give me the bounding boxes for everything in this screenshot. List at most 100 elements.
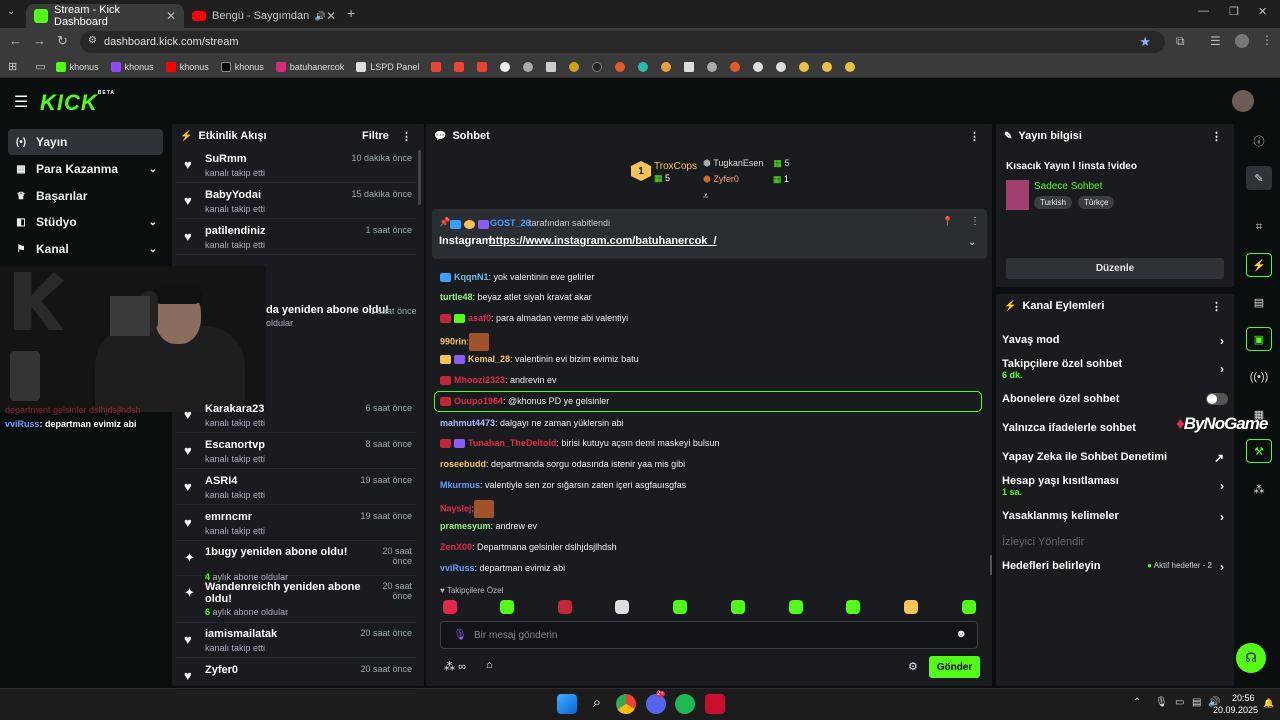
- bookmark-app-icon[interactable]: [500, 61, 511, 72]
- close-window-icon[interactable]: ✕: [1258, 5, 1267, 18]
- chat-username[interactable]: Ouupo1964: [454, 396, 503, 406]
- chat-username[interactable]: 990rin: [440, 336, 467, 346]
- bookmark-app-icon[interactable]: [799, 61, 810, 72]
- category-name[interactable]: Sadece Sohbet: [1034, 181, 1102, 192]
- chat-username[interactable]: mahmut4473: [440, 418, 495, 428]
- store-icon[interactable]: ⌂: [486, 659, 493, 671]
- tray-display-icon[interactable]: ▭: [1175, 697, 1184, 708]
- reload-icon[interactable]: ↻: [57, 33, 68, 49]
- new-tab-icon[interactable]: +: [347, 5, 355, 21]
- activity-event[interactable]: ♥ Escanortvp kanalı takip etti 8 saat önce: [176, 434, 416, 469]
- chat-username[interactable]: Kemal_28: [468, 354, 510, 364]
- expand-leaderboard-icon[interactable]: ⩡: [703, 191, 709, 202]
- chat-message[interactable]: KqqnN1: yok valentinin eve gelirler: [440, 272, 595, 283]
- chat-input[interactable]: 🎙 Bir mesaj gönderin ☻: [440, 621, 978, 649]
- pinned-by-user[interactable]: GOST_26: [490, 218, 531, 228]
- search-icon[interactable]: ⌕: [587, 694, 607, 714]
- emote-button[interactable]: [846, 600, 860, 614]
- bookmark-youtube[interactable]: khonus: [165, 61, 209, 72]
- chat-settings-icon[interactable]: ⚙: [908, 660, 918, 673]
- channel-action-item[interactable]: Takipçilere özel sohbet 6 dk. ›: [1002, 358, 1228, 380]
- chat-message[interactable]: Mkurmus: valentiyle sen zor sığarsın zat…: [440, 480, 686, 490]
- notification-bell-icon[interactable]: 🔔: [1263, 698, 1274, 709]
- more-options-icon[interactable]: ⋮: [969, 130, 980, 143]
- clock-time[interactable]: 20:56: [1232, 693, 1255, 703]
- emote-button[interactable]: [615, 600, 629, 614]
- emote-button[interactable]: [443, 600, 457, 614]
- bookmark-twitch[interactable]: khonus: [110, 61, 154, 72]
- chat-message[interactable]: Mhoozi2323: andrevin ev: [440, 375, 557, 386]
- bookmark-app-icon[interactable]: [684, 61, 695, 72]
- activity-event[interactable]: ♥ patilendiniz kanalı takip etti 1 saat önc…: [176, 220, 416, 255]
- chat-username[interactable]: turtle48: [440, 292, 473, 302]
- chat-username[interactable]: vviRuss: [440, 563, 475, 573]
- bookmark-app-icon[interactable]: [592, 61, 603, 72]
- reading-list-icon[interactable]: ☰: [1210, 34, 1221, 48]
- bookmark-lspd[interactable]: LSPD Panel: [356, 61, 419, 72]
- channel-action-item[interactable]: Yasaklanmış kelimeler ›: [1002, 510, 1228, 524]
- hamburger-menu-icon[interactable]: ☰: [14, 92, 28, 112]
- points-icon[interactable]: ⁂ ∞: [444, 660, 466, 673]
- chat-scrollbar[interactable]: [990, 555, 992, 575]
- chat-username[interactable]: pramesyum: [440, 521, 491, 531]
- activity-event[interactable]: ✦ 1bugy yeniden abone oldu! 4 aylık abone …: [176, 541, 416, 582]
- bookmark-app-icon[interactable]: [546, 61, 557, 72]
- bookmark-app-icon[interactable]: [822, 61, 833, 72]
- nav-studyo[interactable]: ◧ Stüdyo ⌄: [8, 209, 163, 235]
- emote-button[interactable]: [904, 600, 918, 614]
- chat-message[interactable]: asaf0: para almadan verme abi valentiyi: [440, 313, 628, 324]
- more-options-icon[interactable]: ⋮: [401, 130, 412, 143]
- tab-kick-dashboard[interactable]: Stream - Kick Dashboard ✕: [26, 4, 184, 28]
- close-tab-icon[interactable]: ✕: [326, 9, 336, 23]
- chat-username[interactable]: Tunahan_TheDeltoid: [468, 438, 556, 448]
- nav-kanal[interactable]: ⚑ Kanal ⌄: [8, 236, 163, 262]
- emote-button[interactable]: [673, 600, 687, 614]
- bookmark-app-icon[interactable]: [707, 61, 718, 72]
- profile-avatar[interactable]: [1235, 34, 1249, 48]
- bookmark-app-icon[interactable]: [638, 61, 649, 72]
- channel-action-item[interactable]: Hesap yaşı kısıtlaması 1 sa. ›: [1002, 475, 1228, 497]
- emote-button[interactable]: [558, 600, 572, 614]
- bookmark-x[interactable]: khonus: [220, 61, 264, 72]
- emoji-icon[interactable]: ☻: [955, 628, 967, 640]
- chat-username[interactable]: Nayslej: [440, 503, 472, 513]
- emote-button[interactable]: [500, 600, 514, 614]
- bookmark-app-icon[interactable]: [730, 61, 741, 72]
- pinned-link[interactable]: https://www.instagram.com/batuhanercok_/: [489, 235, 717, 247]
- activity-event[interactable]: ✦ Wandenreichh yeniden abone oldu! 6 aylık…: [176, 576, 416, 623]
- chat-message[interactable]: roseebudd: departmanda sorgu odasında is…: [440, 459, 685, 469]
- windows-start-icon[interactable]: [557, 694, 577, 714]
- chat-username[interactable]: asaf0: [468, 313, 491, 323]
- bookmark-app-icon[interactable]: [569, 61, 580, 72]
- bookmark-gmail-icon[interactable]: [477, 61, 488, 72]
- chat-message[interactable]: Kemal_28: valentinin evi bizim evimiz ba…: [440, 354, 639, 365]
- chat-message[interactable]: Ouupo1964: @khonus PD ye gelsinler: [440, 396, 609, 407]
- restore-icon[interactable]: ❐: [1229, 5, 1239, 18]
- wrench-icon[interactable]: ⚒: [1246, 439, 1272, 463]
- chat-username[interactable]: Mhoozi2323: [454, 375, 505, 385]
- bookmark-app-icon[interactable]: [845, 61, 856, 72]
- emote-button[interactable]: [789, 600, 803, 614]
- user-avatar[interactable]: [1232, 90, 1254, 112]
- extensions-icon[interactable]: ⧉: [1176, 34, 1185, 49]
- channel-action-item[interactable]: Yapay Zeka ile Sohbet Denetimi ↗: [1002, 451, 1228, 465]
- back-icon[interactable]: ←: [9, 33, 22, 48]
- activity-event[interactable]: ♥ BabyYodai kanalı takip etti 15 dakika önc…: [176, 184, 416, 219]
- leaderboard-third[interactable]: ⬢ Zyfer0 ▦ 1: [703, 174, 789, 185]
- chat-username[interactable]: ZenX00: [440, 542, 472, 552]
- activity-event[interactable]: ♥ ASRI4 kanalı takip etti 19 saat önce: [176, 470, 416, 505]
- bookmark-app-icon[interactable]: [776, 61, 787, 72]
- apps-grid-icon[interactable]: ⊞: [8, 60, 17, 73]
- discord-icon[interactable]: 2+: [646, 691, 666, 714]
- activity-event[interactable]: ♥ iamismailatak kanalı takip etti 20 saat ö…: [176, 623, 416, 658]
- chat-message[interactable]: 990rin:: [440, 333, 490, 351]
- kick-logo[interactable]: KICKBETA: [40, 90, 115, 116]
- tab-youtube[interactable]: Bengü - Saygımdan (Alper 🔊 ✕: [184, 4, 344, 28]
- clock-date[interactable]: 20.09.2025: [1213, 705, 1258, 715]
- chat-message[interactable]: pramesyum: andrew ev: [440, 521, 537, 531]
- more-options-icon[interactable]: ⋮: [970, 216, 980, 227]
- spotify-icon[interactable]: [675, 694, 695, 714]
- channel-action-item[interactable]: Yavaş mod ›: [1002, 334, 1228, 348]
- chat-message[interactable]: mahmut4473: dalgayı ne zaman yüklersin a…: [440, 418, 624, 428]
- channel-action-item[interactable]: Abonelere özel sohbet: [1002, 393, 1228, 405]
